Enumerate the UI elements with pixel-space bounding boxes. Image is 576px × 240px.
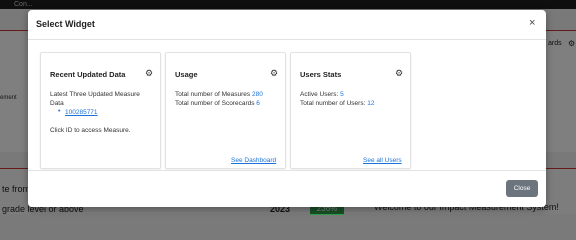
card-note: Click ID to access Measure. [50,127,131,134]
widget-card-users-stats[interactable]: Users Stats ⚙ Active Users: 5 Total numb… [290,52,411,169]
card-text: Data [50,100,64,107]
widget-card-recent-data[interactable]: Recent Updated Data ⚙ Latest Three Updat… [40,52,161,169]
active-users-value: 5 [340,91,344,98]
gear-icon[interactable]: ⚙ [270,68,278,79]
active-users-stat: Active Users: 5 [300,90,344,99]
total-users-stat: Total number of Users: 12 [300,99,374,108]
total-users-label: Total number of Users: [300,100,366,107]
scorecards-label: Total number of Scorecards [175,100,255,107]
close-icon[interactable]: × [529,17,535,29]
close-button[interactable]: Close [506,180,538,197]
modal-footer: Close [28,170,546,207]
widget-card-usage[interactable]: Usage ⚙ Total number of Measures 280 Tot… [165,52,286,169]
card-text: Latest Three Updated Measure [50,91,140,98]
card-title: Usage [175,70,198,79]
scorecards-stat: Total number of Scorecards 6 [175,99,260,108]
measure-id-link[interactable]: 100285771 [65,109,98,116]
card-title: Recent Updated Data [50,70,126,79]
see-dashboard-link[interactable]: See Dashboard [231,157,276,164]
measures-value: 280 [251,91,263,98]
modal-header: Select Widget × [28,10,546,40]
modal-title: Select Widget [36,19,95,29]
bullet-icon: • [58,108,61,115]
gear-icon[interactable]: ⚙ [145,68,153,79]
card-title: Users Stats [300,70,342,79]
see-all-users-link[interactable]: See all Users [363,157,402,164]
active-users-label: Active Users: [300,91,339,98]
gear-icon[interactable]: ⚙ [395,68,403,79]
measures-label: Total number of Measures [175,91,251,98]
measures-stat: Total number of Measures 280 [175,90,263,99]
total-users-value: 12 [367,100,375,107]
scorecards-value: 6 [256,100,260,107]
select-widget-modal: Select Widget × Recent Updated Data ⚙ La… [28,10,546,207]
